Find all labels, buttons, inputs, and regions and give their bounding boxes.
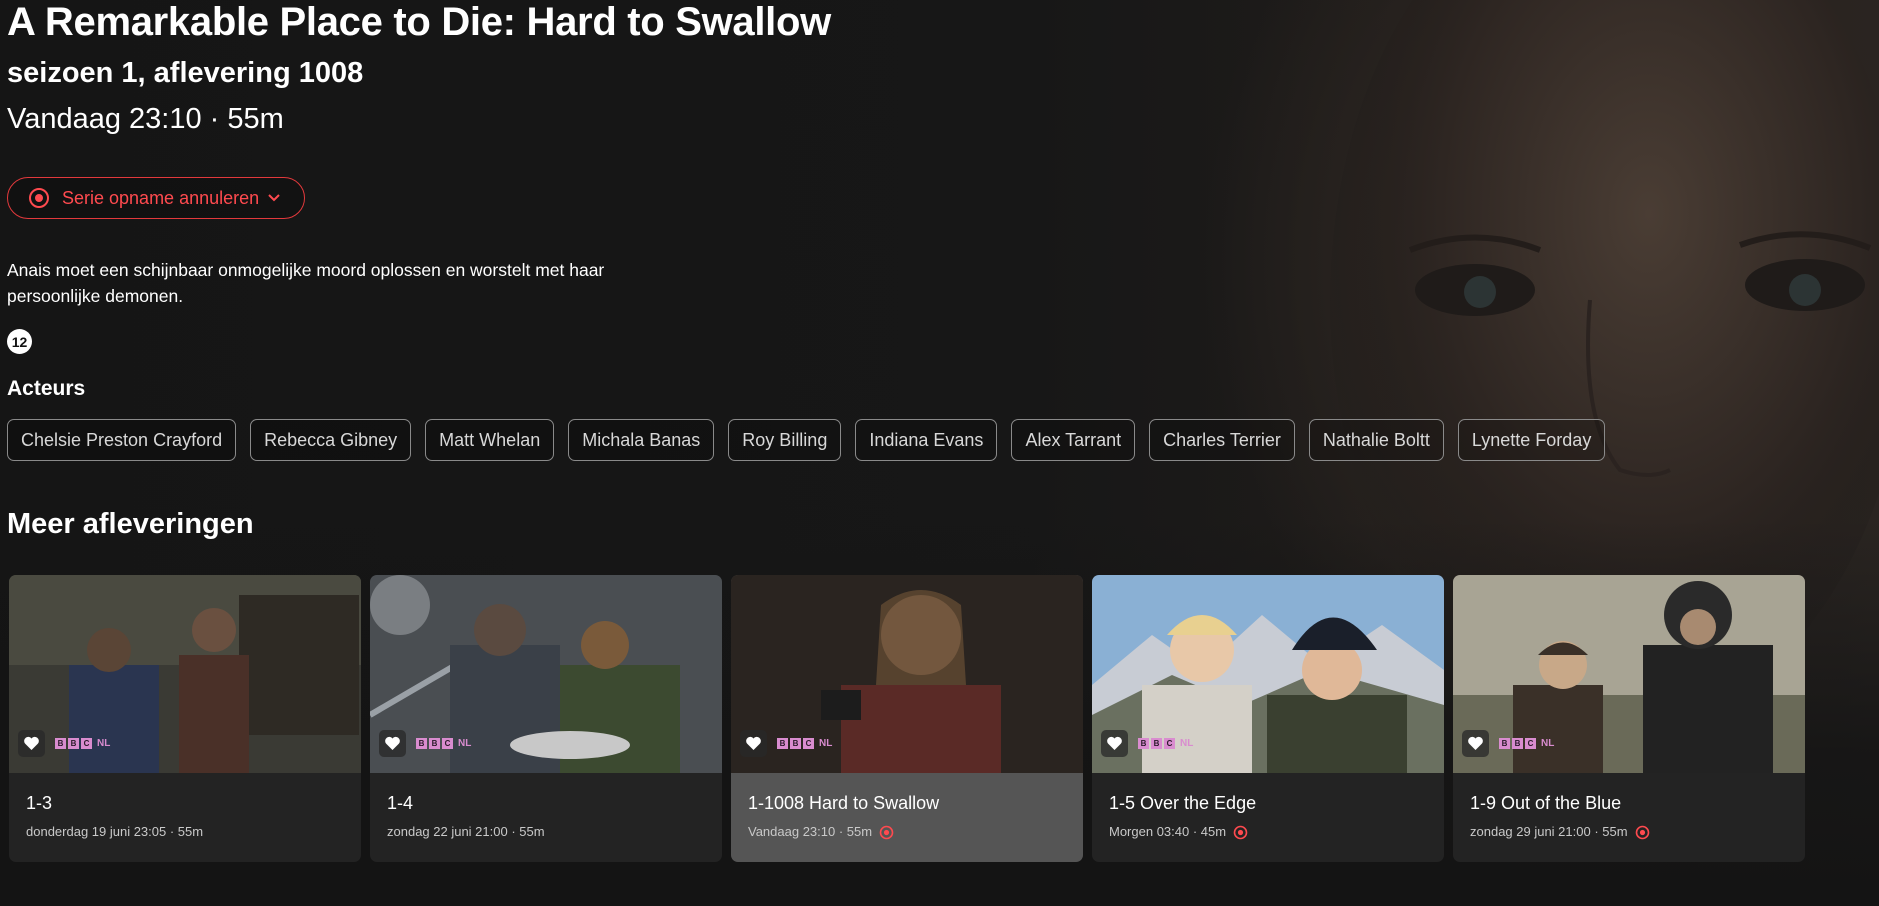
recording-icon [1635,825,1649,839]
channel-logo: B B C NL [1499,738,1554,749]
episode-thumbnail: B B C NL [9,575,361,773]
episode-label: seizoen 1, aflevering 1008 [7,57,364,89]
episode-meta: donderdag 19 juni 23:05 · 55m [26,824,204,839]
actor-chip[interactable]: Lynette Forday [1457,419,1606,461]
actor-chip[interactable]: Roy Billing [728,419,842,461]
episode-meta: Vandaag 23:10 · 55m [748,824,894,840]
actor-chip[interactable]: Nathalie Boltt [1308,419,1444,461]
episode-card[interactable]: B B C NL 1-5 Over the Edge Morgen 03:40 · 4… [1092,575,1444,862]
actor-chip[interactable]: Rebecca Gibney [250,419,412,461]
favorite-button[interactable] [1462,730,1489,757]
record-icon [29,188,49,208]
episode-title: 1-9 Out of the Blue [1470,793,1622,813]
cancel-series-recording-button[interactable]: Serie opname annuleren [7,177,305,219]
actor-chip[interactable]: Matt Whelan [425,419,555,461]
program-description: Anais moet een schijnbaar onmogelijke mo… [7,260,605,306]
episode-title: 1-4 [387,793,414,813]
more-episodes-heading: Meer afleveringen [7,508,254,540]
record-button-label: Serie opname annuleren [62,187,260,208]
channel-logo: B B C NL [1138,738,1193,749]
episode-thumbnail: B B C NL [370,575,722,773]
episode-meta: zondag 29 juni 21:00 · 55m [1470,824,1650,840]
episode-meta: zondag 22 juni 21:00 · 55m [387,824,545,839]
channel-logo: B B C NL [55,738,110,749]
episode-card[interactable]: B B C NL 1-4 zondag 22 juni 21:00 · 55m [370,575,722,862]
heart-icon [1468,736,1483,750]
airtime: Vandaag 23:10 · 55m [7,103,284,135]
recording-icon [879,825,894,839]
program-title: A Remarkable Place to Die: Hard to Swall… [7,0,831,44]
favorite-button[interactable] [18,730,45,757]
actor-chip[interactable]: Indiana Evans [855,419,998,461]
episode-carousel: B B C NL 1-3 donderdag 19 juni 23:05 · 55m [9,575,1805,862]
channel-logo: B B C NL [777,738,832,749]
age-rating-badge: 12 [7,329,32,354]
favorite-button[interactable] [1101,730,1128,757]
episode-thumbnail: B B C NL [731,575,1083,773]
actor-chip[interactable]: Charles Terrier [1149,419,1295,461]
episode-meta: Morgen 03:40 · 45m [1109,824,1248,840]
episode-thumbnail: B B C NL [1092,575,1444,773]
episode-card[interactable]: B B C NL 1-9 Out of the Blue zondag 29 juni… [1453,575,1805,862]
episode-title: 1-1008 Hard to Swallow [748,793,940,813]
episode-thumbnail: B B C NL [1453,575,1805,773]
episode-card-current[interactable]: B B C NL 1-1008 Hard to Swallow Vandaag 23:… [731,575,1083,862]
actor-chip[interactable]: Alex Tarrant [1011,419,1136,461]
actor-chip[interactable]: Chelsie Preston Crayford [7,419,237,461]
episode-card[interactable]: B B C NL 1-3 donderdag 19 juni 23:05 · 55m [9,575,361,862]
favorite-button[interactable] [379,730,406,757]
actor-chip[interactable]: Michala Banas [568,419,715,461]
heart-icon [385,736,400,750]
actor-list: Chelsie Preston Crayford Rebecca Gibney … [7,419,1606,461]
chevron-down-icon [268,194,280,202]
episode-title: 1-5 Over the Edge [1109,793,1257,813]
heart-icon [1107,736,1122,750]
channel-logo: B B C NL [416,738,471,749]
favorite-button[interactable] [740,730,767,757]
recording-icon [1233,825,1248,839]
episode-title: 1-3 [26,793,53,813]
actors-heading: Acteurs [7,377,86,400]
heart-icon [746,736,761,750]
heart-icon [24,736,39,750]
